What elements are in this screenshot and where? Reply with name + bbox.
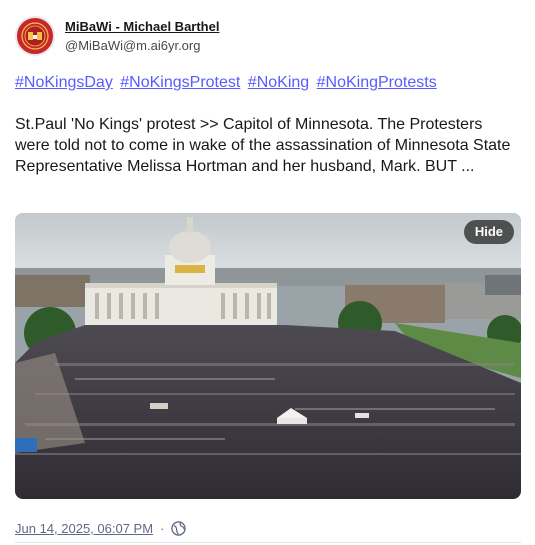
- divider: [15, 542, 521, 543]
- account-names: MiBaWi - Michael Barthel @MiBaWi@m.ai6yr…: [65, 18, 219, 54]
- post-timestamp[interactable]: Jun 14, 2025, 06:07 PM: [15, 521, 153, 536]
- protest-photo: [15, 213, 521, 499]
- hashtag-list: #NoKingsDay #NoKingsProtest #NoKing #NoK…: [15, 73, 440, 93]
- meta-separator: ·: [160, 521, 165, 536]
- globe-icon: [171, 521, 187, 536]
- post-meta: Jun 14, 2025, 06:07 PM ·: [15, 521, 187, 536]
- media-attachment[interactable]: Hide: [15, 213, 521, 499]
- account-handle[interactable]: @MiBaWi@m.ai6yr.org: [65, 37, 219, 54]
- seal-avatar-icon: [18, 19, 52, 53]
- hashtag-link[interactable]: #NoKingProtests: [317, 74, 437, 91]
- hashtag-link[interactable]: #NoKingsDay: [15, 74, 113, 91]
- hide-media-button[interactable]: Hide: [463, 220, 514, 244]
- hashtag-link[interactable]: #NoKingsProtest: [120, 74, 240, 91]
- hashtag-link[interactable]: #NoKing: [248, 74, 309, 91]
- display-name[interactable]: MiBaWi - Michael Barthel: [65, 18, 219, 35]
- post-body: St.Paul 'No Kings' protest >> Capitol of…: [15, 116, 511, 175]
- avatar[interactable]: [15, 16, 55, 56]
- post-header: MiBaWi - Michael Barthel @MiBaWi@m.ai6yr…: [15, 15, 219, 57]
